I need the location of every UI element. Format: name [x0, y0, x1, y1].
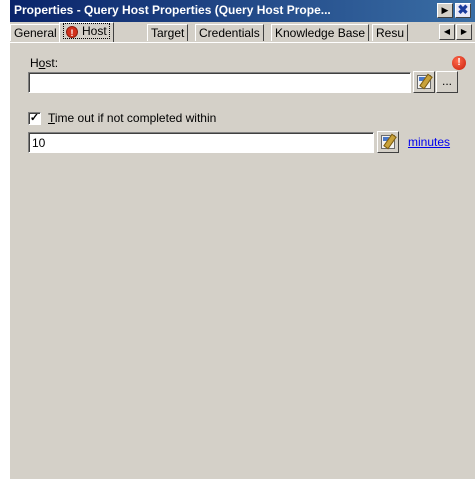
tab-host[interactable]: ! Host [59, 22, 114, 42]
timeout-checkbox[interactable]: ✓ [28, 112, 41, 125]
close-icon: ✖ [457, 2, 469, 17]
tab-credentials-label: Credentials [199, 26, 260, 40]
title-bar[interactable]: Properties - Query Host Properties (Quer… [10, 0, 475, 22]
window-title: Properties - Query Host Properties (Quer… [14, 3, 331, 17]
tab-results-label: Resu [376, 26, 405, 40]
host-error-icon: ! [452, 56, 466, 70]
tab-general-label: General [14, 26, 57, 40]
properties-window: Properties - Query Host Properties (Quer… [10, 0, 475, 479]
title-arrow-button[interactable]: ▶ [437, 3, 453, 18]
tab-credentials[interactable]: Credentials [195, 24, 264, 41]
chevron-left-icon: ◀ [443, 27, 451, 36]
error-alert-icon: ! [66, 26, 78, 38]
tab-results[interactable]: Resu [372, 24, 409, 41]
tab-strip: General ! Host Target Credentials Knowled… [10, 22, 475, 43]
edit-pen-icon [381, 135, 395, 149]
timeout-edit-button[interactable] [377, 131, 399, 153]
tab-target[interactable]: Target [147, 24, 189, 41]
timeout-label: Time out if not completed within [48, 111, 217, 125]
tab-host-focus: ! Host [63, 23, 110, 39]
tab-scroll-right-button[interactable]: ▶ [456, 24, 472, 40]
timeout-value-input[interactable] [28, 132, 374, 153]
tab-general[interactable]: General [10, 24, 61, 41]
timeout-units-link[interactable]: minutes [408, 135, 450, 149]
tab-scroll-left-button[interactable]: ◀ [439, 24, 455, 40]
tab-knowledge-base[interactable]: Knowledge Base [271, 24, 370, 41]
host-edit-button[interactable] [413, 71, 435, 93]
tab-knowledge-base-label: Knowledge Base [275, 26, 366, 40]
host-input[interactable] [28, 72, 411, 93]
edit-pen-icon [417, 75, 431, 89]
checkmark-icon: ✓ [29, 112, 40, 124]
host-browse-button[interactable]: ... [436, 71, 458, 93]
host-label: Host: [30, 56, 59, 70]
tab-host-label: Host [82, 24, 107, 38]
tab-target-label: Target [151, 26, 185, 40]
play-arrow-icon: ▶ [441, 5, 449, 15]
chevron-right-icon: ▶ [460, 27, 468, 36]
close-button[interactable]: ✖ [455, 3, 471, 18]
